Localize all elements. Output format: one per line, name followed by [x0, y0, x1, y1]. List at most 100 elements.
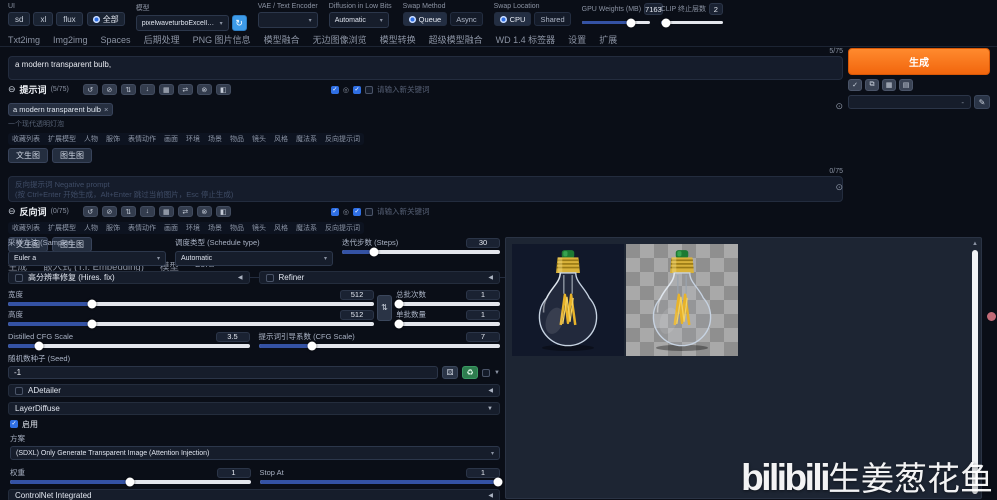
mode-tab[interactable]: 文生图: [8, 148, 48, 163]
hires-fix-accordion[interactable]: 高分辨率修复 (Hires. fix) ◀: [8, 271, 250, 284]
nav-tab[interactable]: 设置: [568, 33, 586, 46]
nav-tab[interactable]: Img2img: [53, 35, 88, 45]
helper-tool-icon[interactable]: ▦: [158, 84, 174, 95]
category-tab[interactable]: 服饰: [102, 133, 124, 145]
edit-styles-button[interactable]: ✎: [974, 95, 990, 109]
prompt-tag-chip[interactable]: a modern transparent bulb ×: [8, 103, 114, 116]
category-tab[interactable]: 镜头: [248, 222, 270, 234]
translate-toggle-checkbox[interactable]: [330, 207, 339, 216]
model-refresh-button[interactable]: ↻: [231, 15, 247, 31]
category-tab[interactable]: 收藏列表: [8, 133, 44, 145]
reuse-seed-button[interactable]: ♻: [462, 366, 479, 379]
weight-value[interactable]: 1: [216, 467, 251, 478]
adetailer-checkbox[interactable]: [15, 386, 23, 395]
helper-tool-icon[interactable]: ⇅: [120, 84, 136, 95]
generate-tool-icon[interactable]: ⧉: [865, 79, 879, 91]
helper-tool-icon[interactable]: ⇄: [177, 206, 193, 217]
slider-handle[interactable]: [661, 18, 671, 27]
seed-input[interactable]: [8, 366, 439, 379]
slider-handle[interactable]: [34, 341, 44, 351]
schedule-dropdown[interactable]: Automatic ▾: [175, 251, 333, 266]
batch-size-slider[interactable]: [394, 319, 500, 329]
helper-settings-icon[interactable]: ⊙: [835, 182, 843, 193]
extra-seed-checkbox[interactable]: [482, 368, 491, 377]
page-scroll-indicator[interactable]: [987, 312, 996, 321]
steps-slider[interactable]: [342, 247, 500, 257]
category-tab[interactable]: 镜头: [248, 133, 270, 145]
stop-at-slider[interactable]: [259, 477, 503, 487]
nav-tab[interactable]: Spaces: [101, 35, 131, 45]
hires-fix-checkbox[interactable]: [15, 273, 23, 282]
width-slider[interactable]: [8, 299, 374, 309]
nav-tab[interactable]: PNG 图片信息: [193, 33, 251, 46]
weight-slider[interactable]: [10, 477, 251, 487]
category-tab[interactable]: 场景: [204, 222, 226, 234]
category-tab[interactable]: 扩展模型: [44, 133, 80, 145]
category-tab[interactable]: 人物: [80, 133, 102, 145]
scroll-up-icon[interactable]: ▲: [972, 241, 978, 247]
helper-tool-icon[interactable]: ⊗: [196, 206, 212, 217]
helper-tool-icon[interactable]: ◧: [215, 84, 231, 95]
generate-tool-icon[interactable]: ▤: [899, 79, 913, 91]
collapse-minus-icon[interactable]: ⊖: [8, 84, 16, 95]
swap-location-cpu-radio[interactable]: CPU: [493, 12, 532, 26]
slider-handle[interactable]: [307, 341, 317, 351]
batch-count-value[interactable]: 1: [466, 289, 500, 300]
helper-tool-icon[interactable]: ↺: [82, 206, 98, 217]
slider-handle[interactable]: [125, 477, 135, 487]
slider-handle[interactable]: [394, 319, 404, 329]
controlnet-accordion[interactable]: ControlNet Integrated ◀: [8, 489, 500, 500]
extra-toggle-checkbox[interactable]: [364, 85, 373, 94]
clip-skip-value[interactable]: 2: [709, 3, 723, 15]
category-tab[interactable]: 服饰: [102, 222, 124, 234]
stop-at-value[interactable]: 1: [466, 467, 500, 478]
negative-prompt-input[interactable]: 反向提示词 Negative prompt (按 Ctrl+Enter 开始生成…: [8, 176, 843, 202]
batch-count-slider[interactable]: [394, 299, 500, 309]
nav-tab[interactable]: 无边图像浏览: [313, 33, 367, 46]
slider-handle[interactable]: [87, 299, 97, 309]
height-value[interactable]: 512: [340, 309, 374, 320]
category-tab[interactable]: 环境: [182, 222, 204, 234]
steps-value[interactable]: 30: [466, 237, 500, 248]
category-tab[interactable]: 表情动作: [124, 133, 160, 145]
category-tab[interactable]: 人物: [80, 222, 102, 234]
distilled-cfg-slider[interactable]: [8, 341, 250, 351]
category-tab[interactable]: 反向提示词: [321, 133, 364, 145]
generate-tool-icon[interactable]: ✓: [848, 79, 862, 91]
category-tab[interactable]: 风格: [270, 133, 292, 145]
category-tab[interactable]: 物品: [226, 222, 248, 234]
helper-tool-icon[interactable]: ◧: [215, 206, 231, 217]
slider-handle[interactable]: [626, 18, 636, 27]
model-dropdown[interactable]: pixelwaveturboExcellent_03.safetensors ▾: [135, 15, 229, 31]
category-tab[interactable]: 魔法系: [292, 133, 321, 145]
slider-handle[interactable]: [493, 477, 503, 487]
ui-filter-button[interactable]: flux: [56, 12, 83, 26]
new-keyword-input[interactable]: [376, 85, 457, 94]
swap-method-queue-radio[interactable]: Queue: [402, 12, 448, 26]
width-value[interactable]: 512: [340, 289, 374, 300]
category-tab[interactable]: 反向提示词: [321, 222, 364, 234]
remove-tag-icon[interactable]: ×: [104, 105, 108, 114]
category-tab[interactable]: 扩展模型: [44, 222, 80, 234]
nav-tab[interactable]: Txt2img: [8, 35, 40, 45]
prompt-input[interactable]: a modern transparent bulb,: [8, 56, 843, 80]
refiner-checkbox[interactable]: [265, 273, 274, 282]
ui-filter-button[interactable]: xl: [33, 12, 54, 26]
gpu-weights-slider[interactable]: [581, 18, 650, 27]
translate-settings-icon[interactable]: ◎: [343, 86, 349, 94]
auto-toggle-checkbox[interactable]: [352, 85, 361, 94]
layerdiffuse-accordion[interactable]: LayerDiffuse ▼: [8, 402, 500, 415]
category-tab[interactable]: 表情动作: [124, 222, 160, 234]
layerdiffuse-enable-checkbox[interactable]: [10, 420, 18, 428]
distilled-cfg-value[interactable]: 3.5: [215, 331, 250, 342]
mode-tab[interactable]: 图生图: [52, 148, 92, 163]
slider-handle[interactable]: [87, 319, 97, 329]
generate-tool-icon[interactable]: ▦: [882, 79, 896, 91]
vae-dropdown[interactable]: ▾: [257, 12, 318, 28]
styles-dropdown[interactable]: -: [848, 95, 971, 109]
auto-toggle-checkbox[interactable]: [352, 207, 361, 216]
generate-button[interactable]: 生成: [848, 48, 990, 75]
helper-tool-icon[interactable]: ▦: [158, 206, 174, 217]
collapse-minus-icon[interactable]: ⊖: [8, 206, 16, 217]
nav-tab[interactable]: WD 1.4 标签器: [496, 33, 556, 46]
